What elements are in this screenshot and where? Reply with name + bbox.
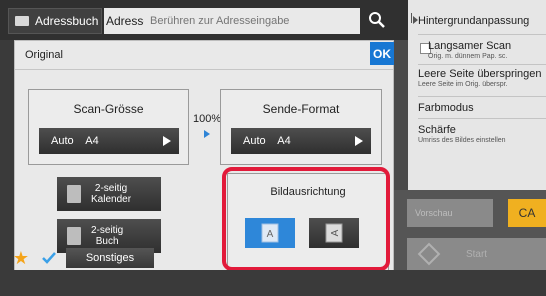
addressbook-label: Adressbuch xyxy=(35,14,99,28)
dialog-title: Original xyxy=(25,49,63,61)
scan-size-value: Auto A4 xyxy=(51,135,99,147)
preview-button[interactable]: Vorschau xyxy=(407,199,493,227)
send-format-panel: Sende-Format Auto A4 xyxy=(220,89,382,165)
other-settings-button[interactable]: Sonstiges xyxy=(66,248,154,268)
arrow-right-icon xyxy=(355,136,363,146)
send-format-button[interactable]: Auto A4 xyxy=(231,128,371,154)
start-button[interactable]: Start xyxy=(407,238,546,270)
divider xyxy=(418,96,546,97)
address-input[interactable] xyxy=(144,8,360,34)
color-mode-label: Farbmodus xyxy=(418,102,474,114)
skip-blank-page-sublabel: Leere Seite im Orig. überspr. xyxy=(418,81,508,88)
sharpness-item[interactable]: Schärfe Umriss des Bildes einstellen xyxy=(418,124,546,144)
search-button[interactable] xyxy=(362,5,392,35)
skip-blank-page-label: Leere Seite überspringen xyxy=(418,68,542,80)
duplex-book-line2: Buch xyxy=(95,236,119,247)
search-icon xyxy=(369,12,385,28)
scan-size-title: Scan-Grösse xyxy=(73,102,144,116)
bottom-bar xyxy=(0,270,546,296)
dialog-divider xyxy=(15,69,393,70)
calendar-icon xyxy=(67,185,81,203)
addressbook-button[interactable]: Adressbuch xyxy=(8,8,102,34)
favorite-button[interactable]: ★ xyxy=(10,247,32,269)
scan-size-panel: Scan-Grösse Auto A4 xyxy=(28,89,189,165)
color-mode-item[interactable]: Farbmodus xyxy=(418,102,546,114)
duplex-calendar-line2: Kalender xyxy=(91,194,132,205)
send-format-value: Auto A4 xyxy=(243,135,291,147)
star-icon: ★ xyxy=(12,247,30,268)
scan-size-button[interactable]: Auto A4 xyxy=(39,128,179,154)
right-settings-panel xyxy=(408,0,546,200)
left-strip xyxy=(0,40,14,270)
zoom-ratio: 100% xyxy=(193,113,222,125)
duplex-calendar-button[interactable]: 2-seitig Kalender xyxy=(57,177,161,211)
orientation-highlight-frame xyxy=(222,167,390,271)
book-icon xyxy=(67,227,81,245)
zoom-arrow-icon xyxy=(204,130,210,138)
duplex-calendar-line1: 2-seitig xyxy=(94,183,128,194)
arrow-right-icon xyxy=(163,136,171,146)
check-icon xyxy=(42,252,56,264)
send-format-title: Sende-Format xyxy=(262,102,340,116)
check-button[interactable] xyxy=(38,247,60,269)
collapse-bar-icon xyxy=(411,13,412,23)
background-adjust-item[interactable]: Hintergrundanpassung xyxy=(418,15,546,27)
sharpness-label: Schärfe xyxy=(418,124,456,136)
background-adjust-label: Hintergrundanpassung xyxy=(418,15,530,27)
duplex-book-line1: 2-seitig xyxy=(91,225,124,236)
divider xyxy=(418,64,546,65)
ok-button[interactable]: OK xyxy=(370,42,394,65)
divider xyxy=(418,34,546,35)
slow-scan-label: Langsamer Scan xyxy=(428,40,512,52)
address-label: Adresse xyxy=(104,8,150,34)
clear-all-button[interactable]: CA xyxy=(508,199,546,227)
start-icon xyxy=(417,242,441,266)
divider xyxy=(418,118,546,119)
skip-blank-page-item[interactable]: Leere Seite überspringen Leere Seite im … xyxy=(418,68,546,88)
slow-scan-item[interactable]: Langsamer Scan Orig. m. dünnem Pap. sc. xyxy=(428,40,546,60)
sharpness-sublabel: Umriss des Bildes einstellen xyxy=(418,137,506,144)
addressbook-icon xyxy=(15,16,29,26)
slow-scan-sublabel: Orig. m. dünnem Pap. sc. xyxy=(428,53,508,60)
start-label: Start xyxy=(465,248,488,260)
